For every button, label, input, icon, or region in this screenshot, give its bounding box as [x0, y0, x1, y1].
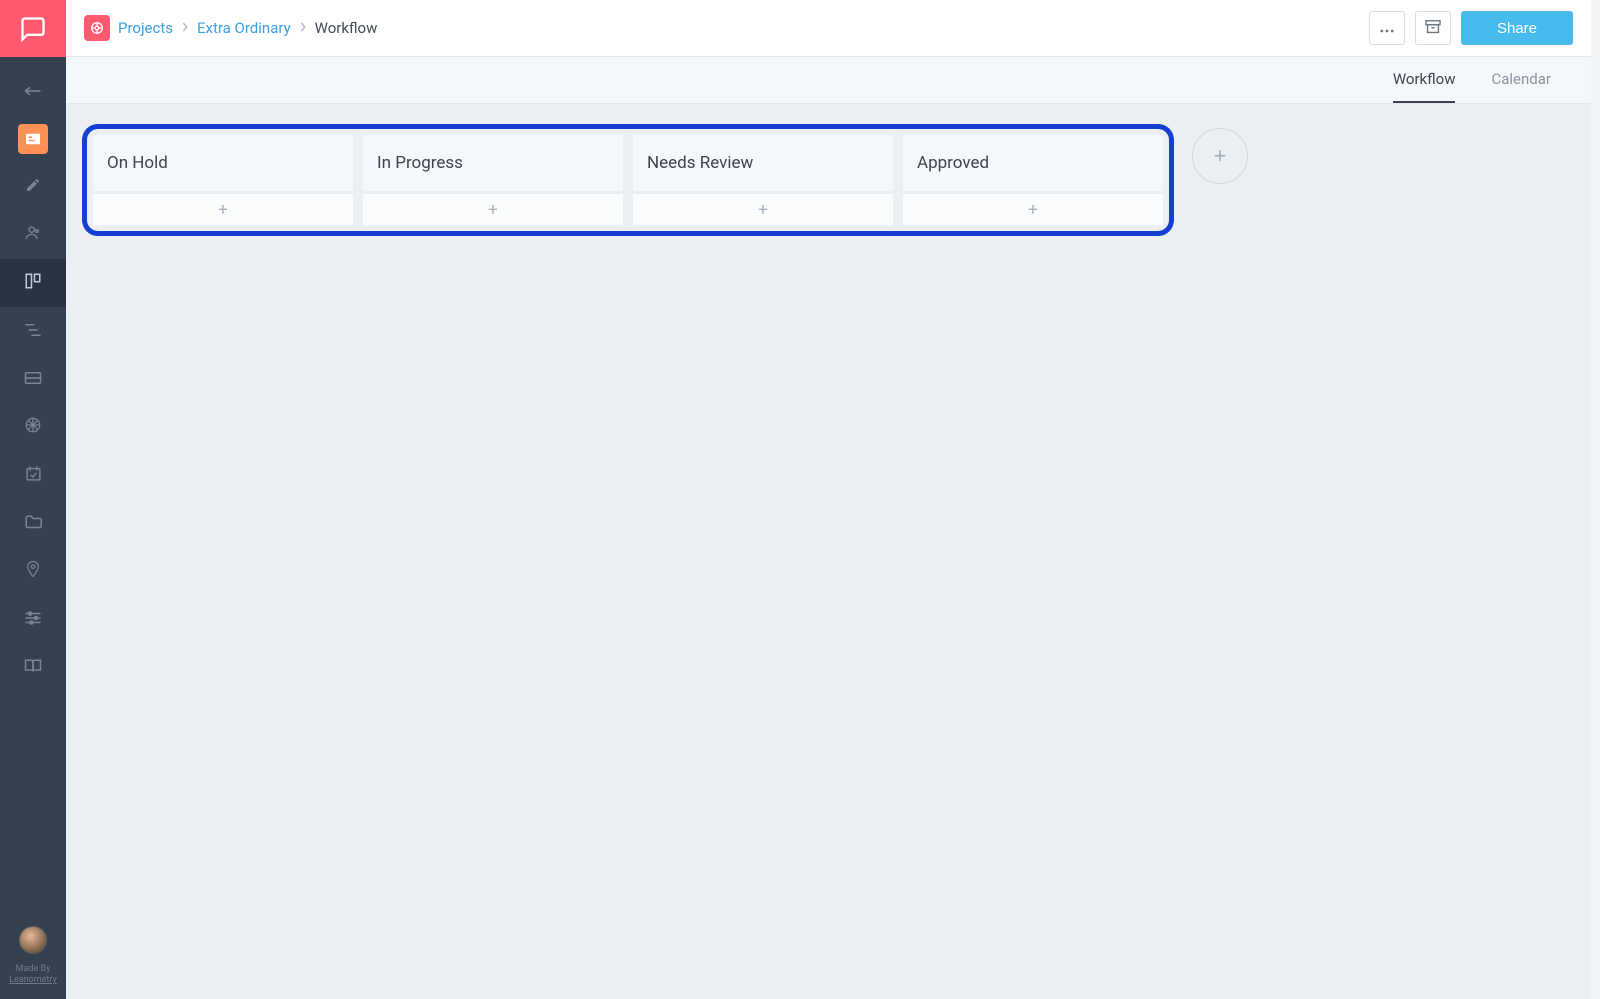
- pin-icon: [26, 560, 40, 582]
- tab-workflow[interactable]: Workflow: [1393, 57, 1456, 103]
- scrollbar-track[interactable]: [1591, 0, 1600, 999]
- sidebar: Made By Leanometry: [0, 0, 66, 999]
- sidebar-item-settings[interactable]: [0, 595, 66, 643]
- avatar[interactable]: [19, 926, 47, 954]
- archive-button[interactable]: [1415, 11, 1451, 45]
- topbar-actions: Share: [1369, 11, 1573, 45]
- sidebar-item-docs[interactable]: [0, 643, 66, 691]
- chevron-right-icon: [299, 21, 307, 36]
- breadcrumb: Projects Extra Ordinary Workflow: [84, 15, 377, 41]
- topbar: Projects Extra Ordinary Workflow Share: [66, 0, 1591, 57]
- user-icon: [24, 225, 42, 245]
- plus-icon: +: [218, 200, 228, 220]
- column: In Progress +: [363, 135, 623, 225]
- column-add-card[interactable]: +: [363, 193, 623, 225]
- breadcrumb-project-name[interactable]: Extra Ordinary: [197, 19, 291, 37]
- sidebar-nav: [0, 57, 66, 691]
- plus-icon: +: [758, 200, 768, 220]
- sidebar-item-wheel[interactable]: [0, 403, 66, 451]
- plus-icon: +: [1028, 200, 1038, 220]
- sidebar-item-calendar[interactable]: [0, 451, 66, 499]
- arrow-left-icon: [24, 82, 42, 101]
- card-icon: [26, 130, 40, 149]
- indent-icon: [24, 322, 42, 341]
- book-icon: [24, 658, 42, 677]
- columns-highlight: On Hold + In Progress + Needs Review + A…: [82, 124, 1174, 236]
- kanban-icon: [24, 272, 42, 294]
- sidebar-item-board[interactable]: [0, 259, 66, 307]
- project-icon[interactable]: [84, 15, 110, 41]
- add-column-button[interactable]: +: [1192, 128, 1248, 184]
- share-button[interactable]: Share: [1461, 11, 1573, 45]
- column-add-card[interactable]: +: [903, 193, 1163, 225]
- plus-icon: +: [488, 200, 498, 220]
- sidebar-item-people[interactable]: [0, 211, 66, 259]
- column-header-approved[interactable]: Approved: [903, 135, 1163, 191]
- more-icon: [1380, 21, 1394, 36]
- sidebar-item-outline[interactable]: [0, 307, 66, 355]
- made-by-link[interactable]: Leanometry: [9, 975, 57, 987]
- sidebar-bottom: Made By Leanometry: [9, 926, 57, 999]
- made-by: Made By Leanometry: [9, 964, 57, 987]
- sidebar-item-edit[interactable]: [0, 163, 66, 211]
- plus-icon: +: [1214, 143, 1227, 169]
- list-icon: [24, 370, 42, 389]
- pencil-icon: [25, 177, 41, 197]
- sidebar-item-list[interactable]: [0, 355, 66, 403]
- archive-icon: [1425, 20, 1441, 37]
- breadcrumb-current: Workflow: [315, 19, 378, 37]
- board: On Hold + In Progress + Needs Review + A…: [66, 104, 1591, 999]
- more-button[interactable]: [1369, 11, 1405, 45]
- chevron-right-icon: [181, 21, 189, 36]
- column-header-needs-review[interactable]: Needs Review: [633, 135, 893, 191]
- sidebar-back[interactable]: [0, 67, 66, 115]
- folder-icon: [24, 514, 42, 533]
- sidebar-item-folder[interactable]: [0, 499, 66, 547]
- column-header-on-hold[interactable]: On Hold: [93, 135, 353, 191]
- column: Approved +: [903, 135, 1163, 225]
- sidebar-item-location[interactable]: [0, 547, 66, 595]
- column: Needs Review +: [633, 135, 893, 225]
- app-logo[interactable]: [0, 0, 66, 57]
- column-add-card[interactable]: +: [93, 193, 353, 225]
- wheel-icon: [24, 416, 42, 438]
- breadcrumb-projects[interactable]: Projects: [118, 19, 173, 37]
- column-header-in-progress[interactable]: In Progress: [363, 135, 623, 191]
- sliders-icon: [24, 610, 42, 629]
- view-tabs: Workflow Calendar: [66, 57, 1591, 104]
- calendar-check-icon: [25, 465, 42, 486]
- sidebar-item-dashboard[interactable]: [0, 115, 66, 163]
- column: On Hold +: [93, 135, 353, 225]
- column-add-card[interactable]: +: [633, 193, 893, 225]
- tab-calendar[interactable]: Calendar: [1491, 57, 1551, 103]
